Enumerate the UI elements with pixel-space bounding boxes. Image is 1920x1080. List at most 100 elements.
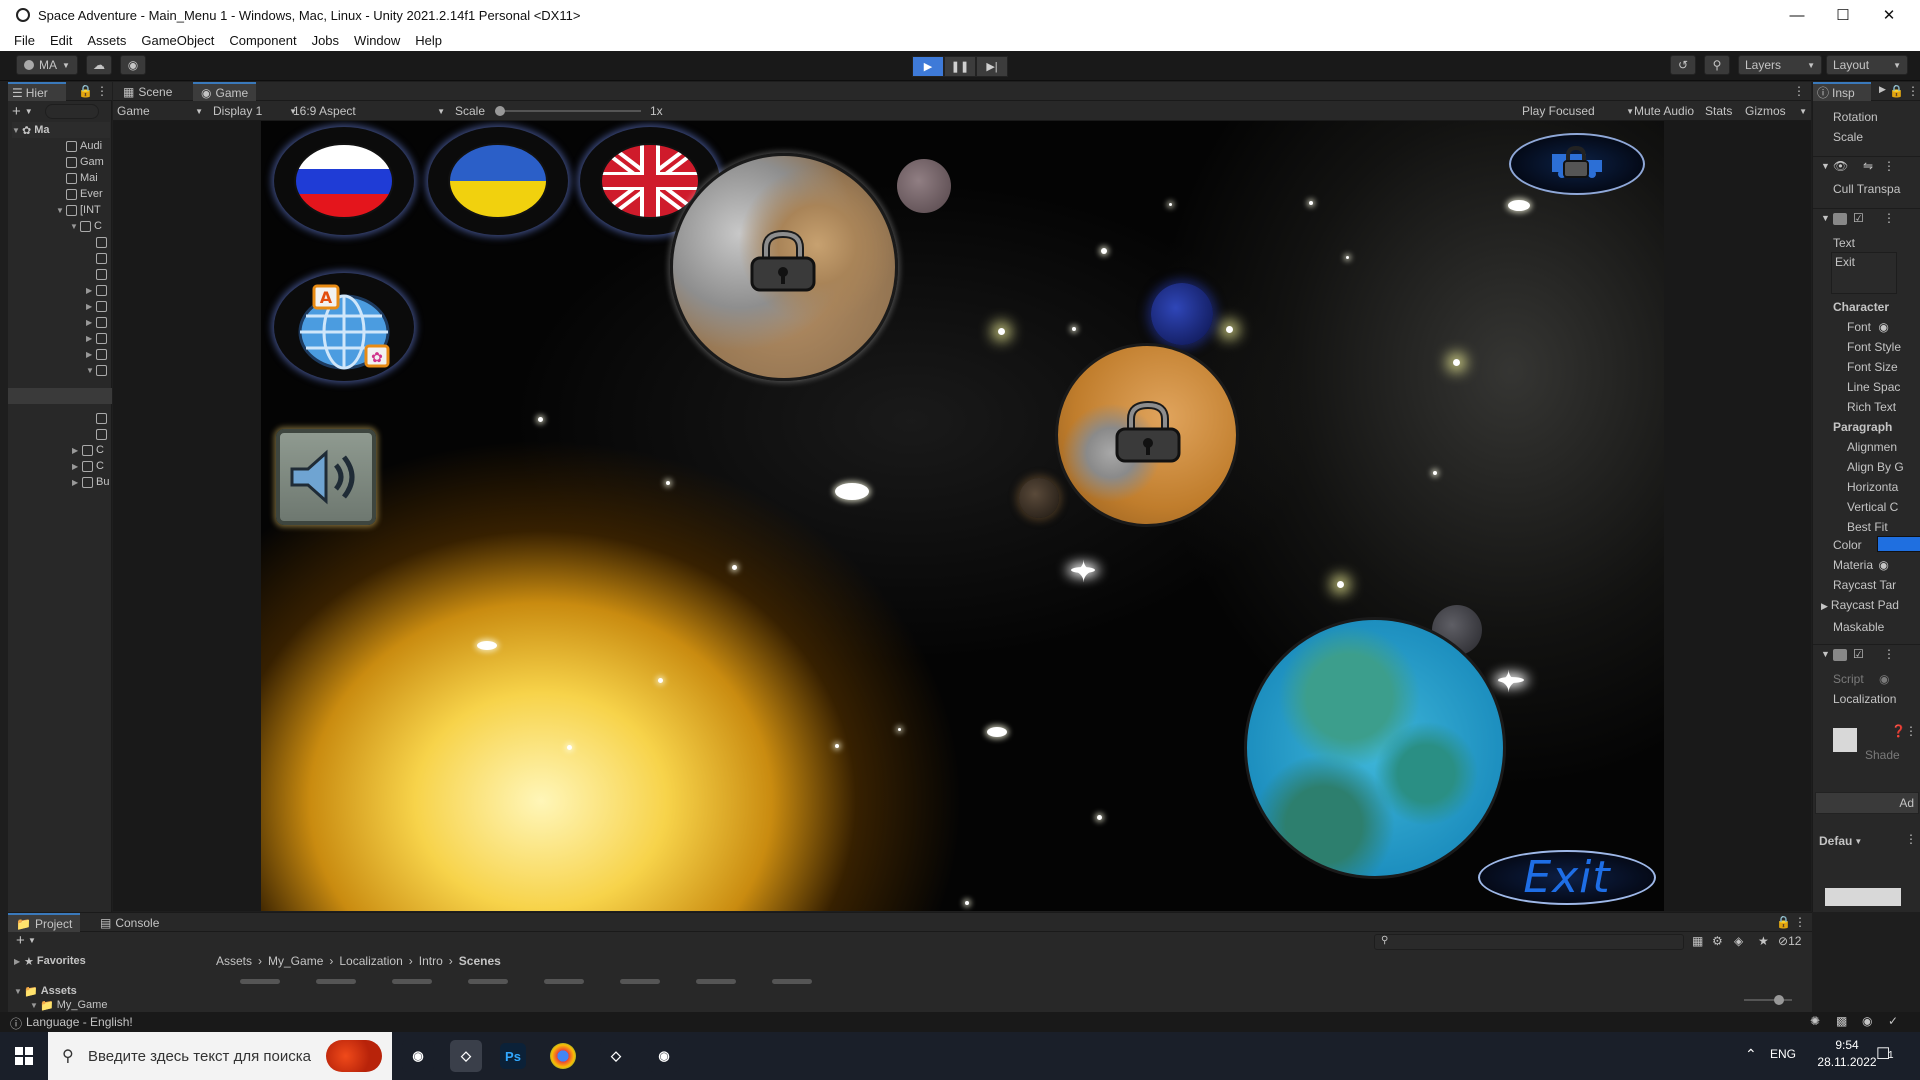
color-swatch[interactable]: [1877, 536, 1920, 552]
flag-russia-button[interactable]: [274, 127, 414, 235]
taskbar-chrome-icon[interactable]: [550, 1043, 576, 1069]
menu-assets[interactable]: Assets: [87, 33, 126, 48]
history-button[interactable]: ↺: [1670, 55, 1696, 75]
more-menu-icon[interactable]: ⋮: [1883, 647, 1895, 661]
tab-game[interactable]: ◉ Game: [193, 82, 257, 101]
add-component-button[interactable]: Ad: [1815, 792, 1919, 814]
asset-thumbnail[interactable]: [316, 979, 356, 984]
exit-button[interactable]: Exit: [1478, 850, 1656, 905]
flag-ukraine-button[interactable]: [428, 127, 568, 235]
language-indicator[interactable]: ENG: [1770, 1047, 1796, 1061]
zoom-slider[interactable]: [1744, 995, 1792, 1005]
target-icon[interactable]: ◉: [1878, 320, 1888, 334]
tab-project[interactable]: 📁 Project: [8, 913, 81, 932]
help-icon[interactable]: ❓: [1891, 724, 1906, 738]
asset-thumbnail[interactable]: [240, 979, 280, 984]
localization-component-header[interactable]: ▼ ☑ ⋮: [1813, 644, 1920, 668]
breadcrumb-item[interactable]: Intro: [419, 954, 443, 968]
menu-component[interactable]: Component: [229, 33, 296, 48]
expand-arrow-icon[interactable]: ▶: [86, 286, 96, 295]
locked-settings-button[interactable]: [1509, 133, 1645, 195]
notification-button[interactable]: ☐ 1: [1876, 1044, 1894, 1064]
breadcrumb-item[interactable]: Scenes: [459, 954, 501, 968]
hierarchy-item[interactable]: ▶: [86, 314, 110, 330]
lock-icon[interactable]: 🔒: [1776, 915, 1791, 929]
play-focused-dropdown[interactable]: Play Focused ▼: [1522, 102, 1634, 120]
expand-arrow-icon[interactable]: ▼: [14, 987, 24, 996]
breadcrumb-item[interactable]: Assets: [216, 954, 252, 968]
hierarchy-item[interactable]: ▼ C: [70, 218, 102, 234]
hierarchy-item[interactable]: ▶: [86, 282, 110, 298]
more-menu-icon[interactable]: ⋮: [1883, 211, 1895, 225]
hierarchy-item[interactable]: Ever: [66, 186, 103, 202]
chevron-up-icon[interactable]: ⌃: [1745, 1046, 1757, 1063]
raycast-padding-row[interactable]: ▶ Raycast Pad: [1821, 598, 1920, 612]
hierarchy-item[interactable]: [96, 250, 110, 266]
filter-type-icon[interactable]: ▦: [1692, 934, 1703, 948]
hierarchy-item[interactable]: Audi: [66, 138, 102, 154]
expand-arrow-icon[interactable]: ▼: [70, 222, 80, 231]
stats-toggle[interactable]: Stats: [1705, 104, 1732, 118]
expand-arrow-icon[interactable]: ▼: [12, 126, 22, 135]
tab-scene[interactable]: ▦ Scene: [115, 82, 180, 101]
filter-label-icon[interactable]: ⚙: [1712, 934, 1723, 948]
breadcrumb-item[interactable]: My_Game: [268, 954, 323, 968]
target-icon[interactable]: ◉: [1878, 558, 1888, 572]
asset-thumbnail[interactable]: [544, 979, 584, 984]
star-icon[interactable]: ★: [1758, 934, 1769, 948]
status-message[interactable]: Language - English!: [26, 1015, 133, 1029]
expand-arrow-icon[interactable]: ▼: [56, 206, 66, 215]
expand-arrow-icon[interactable]: ▼: [1821, 213, 1830, 223]
hierarchy-search-input[interactable]: [44, 103, 99, 119]
font-row[interactable]: Font ◉: [1847, 320, 1920, 334]
breadcrumb-item[interactable]: Localization: [339, 954, 402, 968]
hierarchy-item[interactable]: ▼: [86, 362, 110, 378]
scale-slider-handle[interactable]: [495, 106, 505, 116]
close-button[interactable]: ✕: [1866, 0, 1912, 30]
pause-button[interactable]: ❚❚: [944, 56, 976, 77]
display-dropdown[interactable]: Display 1 ▼: [213, 102, 297, 120]
taskbar-steam-icon[interactable]: ◉: [402, 1040, 434, 1072]
windows-start-button[interactable]: [0, 1032, 48, 1080]
lock-icon[interactable]: 🔒: [1889, 84, 1904, 98]
tab-hierarchy[interactable]: ☰ Hier: [8, 82, 66, 101]
expand-arrow-icon[interactable]: ▶: [72, 478, 82, 487]
hierarchy-item[interactable]: [96, 410, 110, 426]
checkbox-icon[interactable]: ☑: [1853, 647, 1864, 661]
hidden-packages-toggle[interactable]: ⊘12: [1778, 934, 1801, 948]
lock-icon[interactable]: 🔒: [78, 84, 93, 98]
expand-arrow-icon[interactable]: ▶: [86, 318, 96, 327]
cache-icon[interactable]: ▩: [1836, 1014, 1847, 1028]
tab-console[interactable]: ▤ Console: [92, 913, 167, 932]
menu-gameobject[interactable]: GameObject: [141, 33, 214, 48]
hierarchy-item[interactable]: ▶: [86, 330, 110, 346]
asset-thumbnail[interactable]: [620, 979, 660, 984]
hierarchy-item[interactable]: Mai: [66, 170, 98, 186]
default-preview-dropdown[interactable]: Defau ▼: [1819, 832, 1871, 850]
tab-inspector[interactable]: ⓘ Insp: [1813, 82, 1871, 101]
asset-thumbnail[interactable]: [696, 979, 736, 984]
hierarchy-item[interactable]: ▶: [86, 346, 110, 362]
hierarchy-item[interactable]: ▶ C: [72, 442, 104, 458]
planet-earth[interactable]: [1244, 617, 1506, 879]
language-globe-button[interactable]: A ✿: [274, 273, 414, 381]
hierarchy-item[interactable]: ▶ C: [72, 458, 104, 474]
scale-slider[interactable]: [495, 106, 641, 116]
canvas-renderer-header[interactable]: ▼ 👁 ⇋ ⋮: [1813, 156, 1920, 180]
step-button[interactable]: ▶|: [976, 56, 1008, 77]
menu-edit[interactable]: Edit: [50, 33, 72, 48]
project-search-input[interactable]: ⚲: [1374, 934, 1684, 950]
hierarchy-item-selected[interactable]: [8, 388, 112, 404]
more-menu-icon[interactable]: ⋮: [1907, 84, 1919, 98]
hierarchy-item[interactable]: [96, 426, 110, 442]
menu-file[interactable]: File: [14, 33, 35, 48]
cloud-button[interactable]: ☁: [86, 55, 112, 75]
chevron-down-icon[interactable]: ▼: [25, 107, 33, 116]
more-menu-icon[interactable]: ⋮: [1883, 159, 1895, 173]
account-dropdown[interactable]: MA ▼: [16, 55, 78, 75]
favorites-item[interactable]: ▶ ★ Favorites: [14, 953, 86, 969]
asset-thumbnail[interactable]: [392, 979, 432, 984]
planet-locked-grey[interactable]: [670, 153, 898, 381]
material-row[interactable]: Materia ◉: [1833, 558, 1919, 572]
hierarchy-item[interactable]: [96, 234, 110, 250]
